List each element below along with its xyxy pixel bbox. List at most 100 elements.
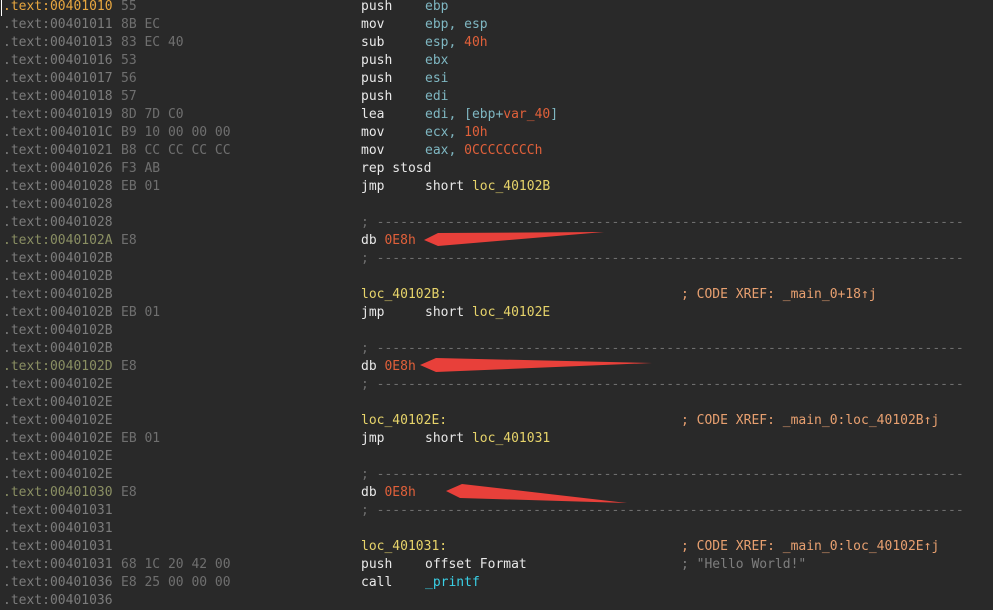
- listing-line[interactable]: .text:00401036 E8 25 00 00 00 call _printf: [0, 574, 993, 592]
- address[interactable]: .text:00401010: [3, 0, 113, 16]
- address[interactable]: .text:00401016: [3, 52, 113, 70]
- listing-line[interactable]: .text:0040101C B9 10 00 00 00 mov ecx, 10h: [0, 124, 993, 142]
- xref-comment[interactable]: ; CODE XREF: _main_0:loc_40102E↑j: [681, 538, 939, 556]
- address[interactable]: .text:00401036: [3, 592, 113, 610]
- mnemonic[interactable]: push: [361, 0, 392, 16]
- listing-line[interactable]: .text:00401026 F3 AB rep stosd: [0, 160, 993, 178]
- listing-line[interactable]: .text:00401031 loc_401031: ; CODE XREF: _m…: [0, 538, 993, 556]
- listing-line[interactable]: .text:00401028: [0, 196, 993, 214]
- listing-line[interactable]: .text:00401031 68 1C 20 42 00 push offset F…: [0, 556, 993, 574]
- mnemonic[interactable]: push: [361, 556, 392, 574]
- address[interactable]: .text:0040102B: [3, 268, 113, 286]
- address[interactable]: .text:0040102E: [3, 376, 113, 394]
- address[interactable]: .text:0040102B: [3, 304, 113, 322]
- listing-line[interactable]: .text:0040102A E8 db 0E8h: [0, 232, 993, 250]
- address[interactable]: .text:00401026: [3, 160, 113, 178]
- address[interactable]: .text:00401019: [3, 106, 113, 124]
- mnemonic[interactable]: jmp: [361, 430, 384, 448]
- address[interactable]: .text:0040102B: [3, 286, 113, 304]
- listing-line[interactable]: .text:0040102B loc_40102B: ; CODE XREF: _m…: [0, 286, 993, 304]
- listing-line[interactable]: .text:00401031 ; ------------------------…: [0, 502, 993, 520]
- operands[interactable]: ecx, 10h: [425, 124, 488, 142]
- address[interactable]: .text:0040102E: [3, 412, 113, 430]
- address[interactable]: .text:0040102D: [3, 358, 113, 376]
- address[interactable]: .text:0040101C: [3, 124, 113, 142]
- address[interactable]: .text:0040102E: [3, 448, 113, 466]
- listing-line[interactable]: .text:0040102B ; ------------------------…: [0, 340, 993, 358]
- listing-line[interactable]: .text:0040102E ; ------------------------…: [0, 466, 993, 484]
- address[interactable]: .text:0040102A: [3, 232, 113, 250]
- operands[interactable]: _printf: [425, 574, 480, 592]
- listing-line[interactable]: .text:0040102E loc_40102E: ; CODE XREF: _m…: [0, 412, 993, 430]
- address[interactable]: .text:0040102B: [3, 250, 113, 268]
- mnemonic[interactable]: push: [361, 88, 392, 106]
- mnemonic[interactable]: mov: [361, 124, 384, 142]
- listing-line[interactable]: .text:00401010 55 push ebp: [0, 0, 993, 16]
- listing-line[interactable]: .text:00401028 ; ------------------------…: [0, 214, 993, 232]
- listing-line[interactable]: .text:00401036: [0, 592, 993, 610]
- mnemonic[interactable]: push: [361, 70, 392, 88]
- symbol-reference[interactable]: Format: [480, 557, 527, 572]
- address[interactable]: .text:00401028: [3, 178, 113, 196]
- xref-comment[interactable]: ; CODE XREF: _main_0:loc_40102B↑j: [681, 412, 939, 430]
- listing-line[interactable]: .text:0040102B: [0, 268, 993, 286]
- address[interactable]: .text:00401028: [3, 214, 113, 232]
- label-reference[interactable]: loc_401031: [472, 431, 550, 446]
- xref-comment[interactable]: ; CODE XREF: _main_0+18↑j: [681, 286, 877, 304]
- listing-line[interactable]: .text:00401028 EB 01 jmp short loc_40102B: [0, 178, 993, 196]
- address[interactable]: .text:00401017: [3, 70, 113, 88]
- mnemonic[interactable]: jmp: [361, 178, 384, 196]
- mnemonic[interactable]: mov: [361, 142, 384, 160]
- address[interactable]: .text:00401031: [3, 520, 113, 538]
- code-label[interactable]: loc_40102B:: [361, 286, 447, 304]
- label-reference[interactable]: loc_40102E: [472, 305, 550, 320]
- address[interactable]: .text:00401031: [3, 502, 113, 520]
- address[interactable]: .text:0040102B: [3, 322, 113, 340]
- listing-line[interactable]: .text:00401013 83 EC 40 sub esp, 40h: [0, 34, 993, 52]
- operands[interactable]: short loc_401031: [425, 430, 550, 448]
- listing-line[interactable]: .text:0040102E: [0, 394, 993, 412]
- operands[interactable]: esi: [425, 70, 448, 88]
- data-byte[interactable]: db 0E8h: [361, 232, 416, 250]
- listing-line[interactable]: .text:0040102E EB 01 jmp short loc_401031: [0, 430, 993, 448]
- listing-line[interactable]: .text:0040102B: [0, 322, 993, 340]
- mnemonic[interactable]: push: [361, 52, 392, 70]
- data-byte[interactable]: db 0E8h: [361, 358, 416, 376]
- listing-line[interactable]: .text:00401019 8D 7D C0 lea edi, [ebp+var_4…: [0, 106, 993, 124]
- operands[interactable]: ebp: [425, 0, 448, 16]
- listing-line[interactable]: .text:00401030 E8 db 0E8h: [0, 484, 993, 502]
- operands[interactable]: ebx: [425, 52, 448, 70]
- code-label[interactable]: loc_40102E:: [361, 412, 447, 430]
- listing-line[interactable]: .text:00401011 8B EC mov ebp, esp: [0, 16, 993, 34]
- disassembly-listing[interactable]: .text:00401010 55 push ebp .text:00401011 8B …: [0, 0, 993, 608]
- address[interactable]: .text:00401021: [3, 142, 113, 160]
- operands[interactable]: short loc_40102E: [425, 304, 550, 322]
- address[interactable]: .text:0040102E: [3, 394, 113, 412]
- operands[interactable]: edi, [ebp+var_40]: [425, 106, 558, 124]
- address[interactable]: .text:00401031: [3, 556, 113, 574]
- address[interactable]: .text:00401036: [3, 574, 113, 592]
- address[interactable]: .text:00401031: [3, 538, 113, 556]
- operands[interactable]: eax, 0CCCCCCCCh: [425, 142, 542, 160]
- address[interactable]: .text:00401028: [3, 196, 113, 214]
- listing-line[interactable]: .text:00401031: [0, 520, 993, 538]
- operands[interactable]: edi: [425, 88, 448, 106]
- listing-line[interactable]: .text:0040102B ; ------------------------…: [0, 250, 993, 268]
- listing-line[interactable]: .text:0040102E ; ------------------------…: [0, 376, 993, 394]
- operands[interactable]: ebp, esp: [425, 16, 488, 34]
- operands[interactable]: offset Format: [425, 556, 527, 574]
- listing-line[interactable]: .text:0040102D E8 db 0E8h: [0, 358, 993, 376]
- mnemonic[interactable]: lea: [361, 106, 384, 124]
- listing-line[interactable]: .text:0040102E: [0, 448, 993, 466]
- listing-line[interactable]: .text:0040102B EB 01 jmp short loc_40102E: [0, 304, 993, 322]
- address[interactable]: .text:0040102E: [3, 430, 113, 448]
- operands[interactable]: esp, 40h: [425, 34, 488, 52]
- mnemonic[interactable]: rep stosd: [361, 160, 431, 178]
- listing-line[interactable]: .text:00401018 57 push edi: [0, 88, 993, 106]
- code-label[interactable]: loc_401031:: [361, 538, 447, 556]
- address[interactable]: .text:0040102E: [3, 466, 113, 484]
- listing-line[interactable]: .text:00401021 B8 CC CC CC CC mov eax, 0CCC…: [0, 142, 993, 160]
- function-reference[interactable]: _printf: [425, 575, 480, 590]
- address[interactable]: .text:00401011: [3, 16, 113, 34]
- mnemonic[interactable]: jmp: [361, 304, 384, 322]
